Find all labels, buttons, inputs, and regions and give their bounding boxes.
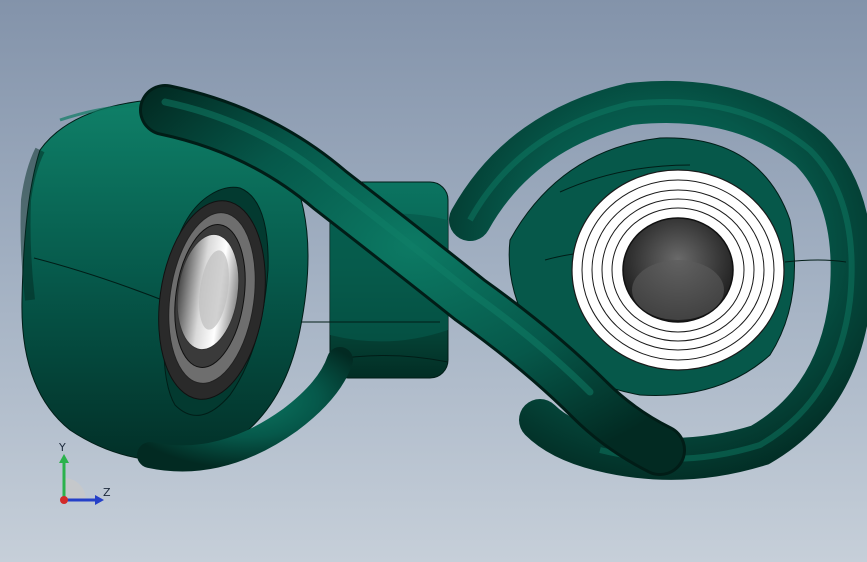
triad-plane-icon: [64, 478, 86, 500]
cad-3d-viewport[interactable]: Y Z: [0, 0, 867, 562]
y-axis-arrow-icon: [59, 454, 69, 463]
z-axis-label: Z: [103, 486, 111, 499]
rod-end-3d-model[interactable]: [0, 0, 867, 562]
right-bearing: [571, 169, 785, 371]
axis-triad: Y Z: [48, 438, 118, 508]
x-axis-dot-icon: [60, 496, 68, 504]
y-axis-label: Y: [59, 441, 66, 454]
